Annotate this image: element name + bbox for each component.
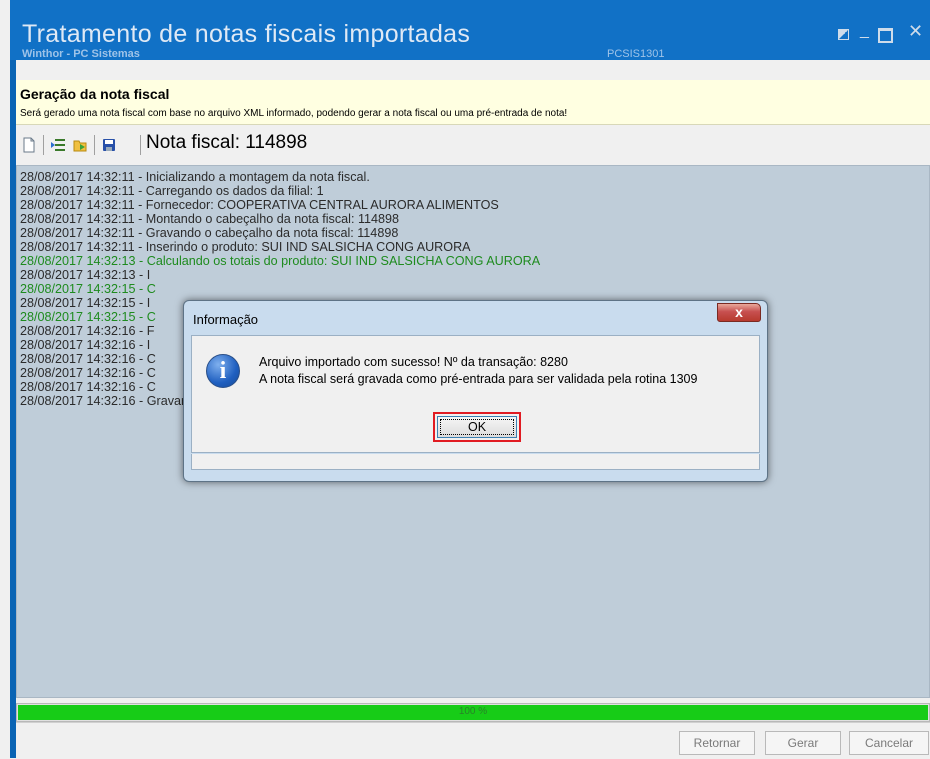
toolbar-separator xyxy=(94,135,95,155)
log-line: 28/08/2017 14:32:11 - Montando o cabeçal… xyxy=(20,212,400,226)
window-subtitle: Winthor - PC Sistemas xyxy=(22,48,140,60)
retornar-button[interactable]: Retornar xyxy=(679,731,755,755)
cancelar-button[interactable]: Cancelar xyxy=(849,731,929,755)
header-title: Geração da nota fiscal xyxy=(20,86,170,102)
minimize-icon[interactable]: _ xyxy=(860,22,869,40)
toolbar-separator xyxy=(140,135,141,155)
restore-icon[interactable] xyxy=(838,29,849,40)
dialog-status-strip xyxy=(191,454,760,470)
import-icon[interactable] xyxy=(50,137,66,153)
progress-label: 100 % xyxy=(458,706,488,717)
info-dialog: Informação x i Arquivo importado com suc… xyxy=(183,300,768,482)
save-icon[interactable] xyxy=(101,137,117,153)
maximize-icon[interactable] xyxy=(878,28,893,43)
nota-fiscal-label: Nota fiscal: 114898 xyxy=(146,132,308,153)
log-line: 28/08/2017 14:32:11 - Fornecedor: COOPER… xyxy=(20,198,499,212)
info-header: Geração da nota fiscal Será gerado uma n… xyxy=(16,80,930,125)
dialog-message-line1: Arquivo importado com sucesso! Nº da tra… xyxy=(259,355,568,369)
header-description: Será gerado uma nota fiscal com base no … xyxy=(20,108,568,119)
info-icon: i xyxy=(206,354,240,388)
dialog-title: Informação xyxy=(193,312,259,327)
gerar-button[interactable]: Gerar xyxy=(765,731,841,755)
export-icon[interactable] xyxy=(72,137,88,153)
new-document-icon[interactable] xyxy=(21,137,37,153)
dialog-close-button[interactable]: x xyxy=(717,303,761,322)
log-line: 28/08/2017 14:32:13 - I xyxy=(20,268,151,282)
dialog-message-line2: A nota fiscal será gravada como pré-entr… xyxy=(259,372,698,386)
log-line: 28/08/2017 14:32:15 - C xyxy=(20,282,156,296)
toolbar: Nota fiscal: 114898 xyxy=(16,125,930,165)
log-line: 28/08/2017 14:32:11 - Carregando os dado… xyxy=(20,184,324,198)
log-line: 28/08/2017 14:32:11 - Gravando o cabeçal… xyxy=(20,226,399,240)
log-line: 28/08/2017 14:32:11 - Inserindo o produt… xyxy=(20,240,471,254)
dialog-body: i Arquivo importado com sucesso! Nº da t… xyxy=(191,335,760,453)
close-icon[interactable]: ✕ xyxy=(908,21,923,42)
footer-bar: Retornar Gerar Cancelar xyxy=(16,722,930,759)
title-bar[interactable]: Tratamento de notas fiscais importadas W… xyxy=(10,0,930,60)
window-title: Tratamento de notas fiscais importadas xyxy=(22,20,471,48)
log-line: 28/08/2017 14:32:11 - Inicializando a mo… xyxy=(20,170,370,184)
ok-button[interactable]: OK xyxy=(437,416,517,438)
log-line: 28/08/2017 14:32:13 - Calculando os tota… xyxy=(20,254,541,268)
progress-bar: 100 % xyxy=(16,703,930,722)
routine-code: PCSIS1301 xyxy=(607,48,665,60)
dialog-message: Arquivo importado com sucesso! Nº da tra… xyxy=(259,354,697,388)
toolbar-separator xyxy=(43,135,44,155)
